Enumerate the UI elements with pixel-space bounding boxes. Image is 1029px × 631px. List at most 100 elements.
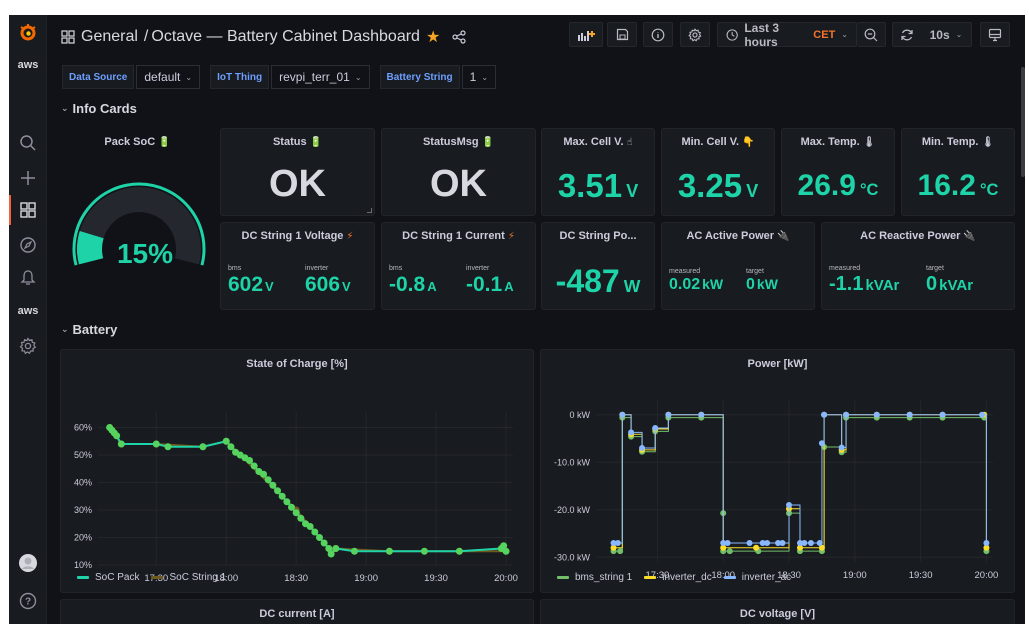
data-point [288,503,296,511]
bell-icon[interactable] [9,265,47,291]
stat-bms: bms -0.8 A [389,265,437,296]
legend-item-inverter-dc[interactable]: inverter_dc [644,572,712,583]
stat-measured: measured 0.02 kW [669,268,724,293]
panel-dc-voltage: DC voltage [V] [540,599,1015,624]
zoom-out-button[interactable] [857,22,886,47]
search-icon[interactable] [9,130,47,156]
variable-select-battery-string[interactable]: 1 ⌄ [461,65,497,89]
refresh-button[interactable] [892,22,922,47]
chevron-down-icon: ⌄ [61,324,69,334]
data-point [764,540,771,546]
legend-swatch [644,576,657,579]
panel-status-msg: StatusMsg 🔋 OK [381,128,536,216]
lightning-icon: ⚡ [346,231,354,242]
panel-title[interactable]: Min. Temp. 🌡 [902,136,1014,148]
data-point [117,440,125,448]
resize-handle[interactable] [367,208,372,213]
legend-item-inverter-ac[interactable]: inverter_ac [723,572,791,583]
time-range-picker[interactable]: Last 3 hours CET ⌄ [717,21,857,49]
data-point [274,487,282,495]
data-point [113,432,121,440]
top-bar: General / Octave — Battery Cabinet Dashb… [47,15,1025,61]
y-tick-label: 40% [74,478,92,488]
variable-select-iot-thing[interactable]: revpi_terr_01 ⌄ [271,65,370,89]
compass-icon[interactable] [9,232,47,258]
data-point [724,540,731,546]
variable-value: default [144,70,181,84]
avatar[interactable] [9,550,47,576]
variables-bar: Data Source default ⌄ IoT Thing revpi_ter… [62,65,506,89]
chevron-down-icon: ⌄ [481,72,489,82]
data-point [327,550,335,558]
data-point [315,534,323,541]
legend-item-soc-pack[interactable]: SoC Pack [77,572,139,583]
legend-item-soc-string[interactable]: SoC String 1 [151,572,226,583]
panel-title[interactable]: DC current [A] [61,608,533,620]
panel-title[interactable]: Max. Temp. 🌡 [782,136,894,148]
panel-title[interactable]: DC String 1 Voltage ⚡ [221,230,374,242]
gear-icon[interactable] [9,333,47,359]
data-point [385,547,393,555]
panel-title[interactable]: DC voltage [V] [541,608,1014,620]
stat-measured: measured -1.1 kVAr [829,265,900,295]
panel-title[interactable]: Status 🔋 [221,136,374,148]
dashboard-settings-button[interactable] [680,22,710,47]
data-point [269,481,277,489]
save-button[interactable] [607,22,637,47]
data-point [306,523,314,530]
power-chart[interactable]: 0 kW-10.0 kW-20.0 kW-30.0 kW17:3018:0018… [541,350,1016,594]
panel-title[interactable]: AC Reactive Power 🔌 [822,230,1014,242]
chart-legend: bms_string 1 inverter_dc inverter_ac [557,572,791,583]
aws-icon[interactable]: aws [9,52,47,78]
row-header-battery[interactable]: ⌄ Battery [61,322,117,337]
x-tick-label: 19:00 [354,573,378,584]
chevron-down-icon: ⌄ [354,72,362,82]
grafana-logo-icon[interactable] [9,19,47,47]
refresh-icon [901,29,913,40]
share-icon[interactable] [452,30,466,44]
data-point [222,437,230,445]
panel-title[interactable]: AC Active Power 🔌 [662,230,814,242]
panel-title[interactable]: StatusMsg 🔋 [382,136,535,148]
data-point [652,425,659,432]
help-icon[interactable]: ? [9,588,47,614]
star-icon[interactable]: ★ [426,27,440,47]
refresh-interval-picker[interactable]: 10s ⌄ [921,22,972,47]
dashboards-icon[interactable] [9,197,47,223]
tv-mode-button[interactable] [980,22,1010,47]
info-button[interactable] [643,22,673,47]
panel-title[interactable]: DC String 1 Current ⚡ [382,230,535,242]
data-point [779,540,786,546]
add-panel-button[interactable] [569,22,603,47]
series-line [613,414,987,544]
data-point [979,411,986,418]
svg-text:?: ? [25,597,31,608]
data-point [264,476,272,484]
aws-icon-2[interactable]: aws [9,298,47,324]
panel-title[interactable]: Min. Cell V. 👇 [662,136,774,148]
panel-ac-reactive-power: AC Reactive Power 🔌 measured -1.1 kVAr targ… [821,222,1015,310]
x-tick-label: 20:00 [975,570,999,581]
panel-state-of-charge: State of Charge [%] 10%20%30%40%50%60%17… [60,349,534,593]
row-header-info-cards[interactable]: ⌄ Info Cards [61,101,137,116]
clock-icon [726,28,738,41]
data-point [906,411,913,418]
lightning-icon: ⚡ [507,231,515,242]
scrollbar[interactable] [1021,67,1025,177]
status-msg-value: OK [430,163,487,205]
panel-title[interactable]: Max. Cell V. ☝ [542,136,654,148]
legend-item-bms-string[interactable]: bms_string 1 [557,572,632,583]
data-point [838,444,845,451]
breadcrumb-folder[interactable]: General [81,28,138,46]
aws-text: aws [17,59,39,71]
max-cell-voltage-value: 3.51 V [557,167,639,204]
variable-select-data-source[interactable]: default ⌄ [136,65,201,89]
aws-text: aws [17,305,39,317]
dashboards-icon [61,30,75,44]
page-title[interactable]: Octave — Battery Cabinet Dashboard [151,28,420,46]
plus-icon[interactable] [9,165,47,191]
soc-chart[interactable]: 10%20%30%40%50%60%17:3018:0018:3019:0019… [61,350,535,594]
data-point [818,440,825,447]
stat-bms: bms 602 V [228,265,274,296]
panel-title[interactable]: DC String Po... [542,230,654,242]
